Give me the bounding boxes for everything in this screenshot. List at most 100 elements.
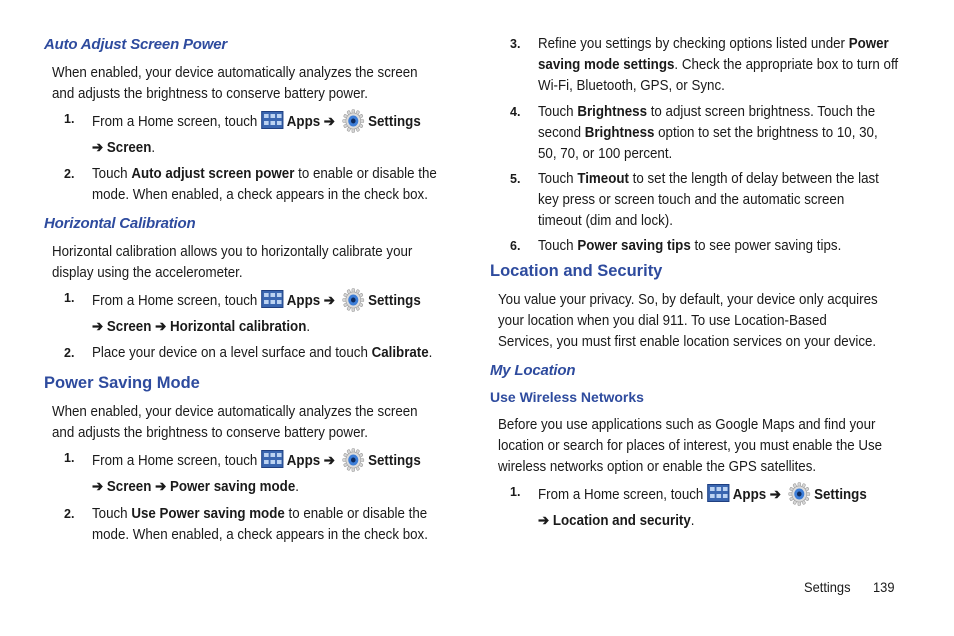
text-segment: to set the length of delay between the l… bbox=[628, 171, 879, 187]
step-number: 4. bbox=[510, 105, 521, 119]
text-segment: Touch bbox=[92, 166, 132, 182]
text-segment: timeout (dim and lock). bbox=[538, 213, 673, 229]
settings-label: Settings bbox=[368, 453, 421, 469]
nav-line: From a Home screen, touch Apps ➔ Settings bbox=[92, 288, 421, 312]
text-line: mode. When enabled, a check appears in t… bbox=[92, 525, 428, 546]
bold-term: saving mode settings bbox=[538, 57, 675, 73]
bold-term: Brightness bbox=[584, 125, 655, 141]
text-segment: Touch bbox=[538, 238, 578, 254]
menu-path: ➔ Screen ➔ Power saving mode bbox=[92, 479, 296, 495]
text-line: location or search for places of interes… bbox=[498, 438, 883, 454]
nav-path-line: ➔ Screen ➔ Horizontal calibration. bbox=[92, 317, 421, 338]
menu-path: ➔ Screen ➔ Horizontal calibration bbox=[92, 319, 307, 335]
step-number: 1. bbox=[510, 485, 521, 499]
text-line: When enabled, your device automatically … bbox=[52, 65, 418, 81]
apps-grid-icon bbox=[707, 484, 730, 502]
apps-label: Apps bbox=[286, 114, 321, 130]
heading-power-saving-mode: Power Saving Mode bbox=[44, 374, 200, 392]
power-saving-intro: When enabled, your device automatically … bbox=[52, 402, 418, 444]
text-line: Touch Auto adjust screen power to enable… bbox=[92, 164, 437, 185]
text-segment: Refine you settings by checking options … bbox=[538, 36, 849, 52]
period: . bbox=[690, 513, 695, 529]
bold-term: Timeout bbox=[577, 171, 629, 187]
text-segment: Place your device on a level surface and… bbox=[92, 345, 372, 361]
arrow: ➔ bbox=[323, 293, 335, 309]
auto-adjust-intro: When enabled, your device automatically … bbox=[52, 63, 418, 105]
text-segment: Wi-Fi, Bluetooth, GPS, or Sync. bbox=[538, 78, 725, 94]
text-line: timeout (dim and lock). bbox=[538, 211, 879, 232]
settings-gear-icon bbox=[342, 288, 365, 312]
text-segment: 50, 70, or 100 percent. bbox=[538, 146, 673, 162]
text-line: Touch Brightness to adjust screen bright… bbox=[538, 102, 878, 123]
text-segment: . bbox=[428, 345, 433, 361]
text-line: display using the accelerometer. bbox=[52, 265, 243, 281]
bold-term: Calibrate bbox=[371, 345, 429, 361]
heading-horizontal-calibration: Horizontal Calibration bbox=[44, 215, 196, 232]
text-line: and adjusts the brightness to conserve b… bbox=[52, 86, 368, 102]
step-number: 1. bbox=[64, 451, 75, 465]
step-number: 1. bbox=[64, 291, 75, 305]
text-segment: mode. When enabled, a check appears in t… bbox=[92, 187, 428, 203]
apps-label: Apps bbox=[286, 453, 321, 469]
text-line: Wi-Fi, Bluetooth, GPS, or Sync. bbox=[538, 76, 898, 97]
text-segment: Touch bbox=[92, 506, 132, 522]
nav-path-line: ➔ Location and security. bbox=[538, 511, 867, 532]
text-line: your location when you dial 911. To use … bbox=[498, 313, 827, 329]
apps-label: Apps bbox=[732, 487, 767, 503]
page-number: 139 bbox=[873, 579, 895, 595]
footer-section: Settings bbox=[804, 579, 851, 595]
nav-line: From a Home screen, touch Apps ➔ Settings bbox=[92, 109, 421, 133]
heading-use-wireless-networks: Use Wireless Networks bbox=[490, 389, 644, 405]
settings-label: Settings bbox=[368, 293, 421, 309]
step-number: 3. bbox=[510, 37, 521, 51]
nav-path-line: ➔ Screen. bbox=[92, 138, 421, 159]
text-segment: key press or screen touch and the automa… bbox=[538, 192, 845, 208]
text-line: Before you use applications such as Goog… bbox=[498, 417, 876, 433]
step-text: Refine you settings by checking options … bbox=[538, 34, 898, 97]
nav-line: From a Home screen, touch Apps ➔ Settings bbox=[538, 482, 867, 506]
text-line: Refine you settings by checking options … bbox=[538, 34, 898, 55]
settings-gear-icon bbox=[342, 448, 365, 472]
step-text: Touch Timeout to set the length of delay… bbox=[538, 169, 879, 232]
text-line: wireless networks option or enable the G… bbox=[498, 459, 817, 475]
nav-path-line: ➔ Screen ➔ Power saving mode. bbox=[92, 477, 421, 498]
heading-auto-adjust: Auto Adjust Screen Power bbox=[44, 36, 228, 53]
instruction-text: From a Home screen, touch bbox=[538, 487, 704, 503]
text-segment: to see power saving tips. bbox=[690, 238, 842, 254]
settings-gear-icon bbox=[788, 482, 811, 506]
apps-grid-icon bbox=[261, 290, 284, 308]
menu-path: ➔ Screen bbox=[92, 140, 152, 156]
text-line: saving mode settings. Check the appropri… bbox=[538, 55, 898, 76]
arrow: ➔ bbox=[323, 114, 335, 130]
step-number: 2. bbox=[64, 167, 75, 181]
text-line: You value your privacy. So, by default, … bbox=[498, 292, 878, 308]
step-text: Touch Power saving tips to see power sav… bbox=[538, 236, 841, 257]
wireless-intro: Before you use applications such as Goog… bbox=[498, 415, 882, 478]
text-line: Touch Power saving tips to see power sav… bbox=[538, 236, 841, 257]
text-segment: to enable or disable the bbox=[284, 506, 428, 522]
settings-label: Settings bbox=[814, 487, 867, 503]
settings-label: Settings bbox=[368, 114, 421, 130]
apps-grid-icon bbox=[261, 450, 284, 468]
text-segment: to adjust screen brightness. Touch the bbox=[647, 104, 876, 120]
instruction-text: From a Home screen, touch bbox=[92, 114, 258, 130]
text-line: second Brightness option to set the brig… bbox=[538, 123, 878, 144]
step-text: From a Home screen, touch Apps ➔ Settings ➔ … bbox=[92, 109, 421, 159]
arrow: ➔ bbox=[769, 487, 781, 503]
step-text: Touch Auto adjust screen power to enable… bbox=[92, 164, 437, 206]
step-number: 2. bbox=[64, 507, 75, 521]
bold-term: Auto adjust screen power bbox=[131, 166, 295, 182]
text-line: Horizontal calibration allows you to hor… bbox=[52, 244, 413, 260]
text-segment: option to set the brightness to 10, 30, bbox=[654, 125, 878, 141]
apps-grid-icon bbox=[261, 111, 284, 129]
step-text: Touch Use Power saving mode to enable or… bbox=[92, 504, 428, 546]
instruction-text: From a Home screen, touch bbox=[92, 453, 258, 469]
step-text: From a Home screen, touch Apps ➔ Settings ➔ … bbox=[92, 288, 421, 338]
heading-my-location: My Location bbox=[490, 362, 576, 379]
step-text: From a Home screen, touch Apps ➔ Settings ➔ … bbox=[538, 482, 867, 532]
period: . bbox=[295, 479, 299, 495]
text-line: key press or screen touch and the automa… bbox=[538, 190, 879, 211]
bold-term: Power bbox=[848, 36, 889, 52]
bold-term: Use Power saving mode bbox=[131, 506, 285, 522]
horizontal-intro: Horizontal calibration allows you to hor… bbox=[52, 242, 412, 284]
